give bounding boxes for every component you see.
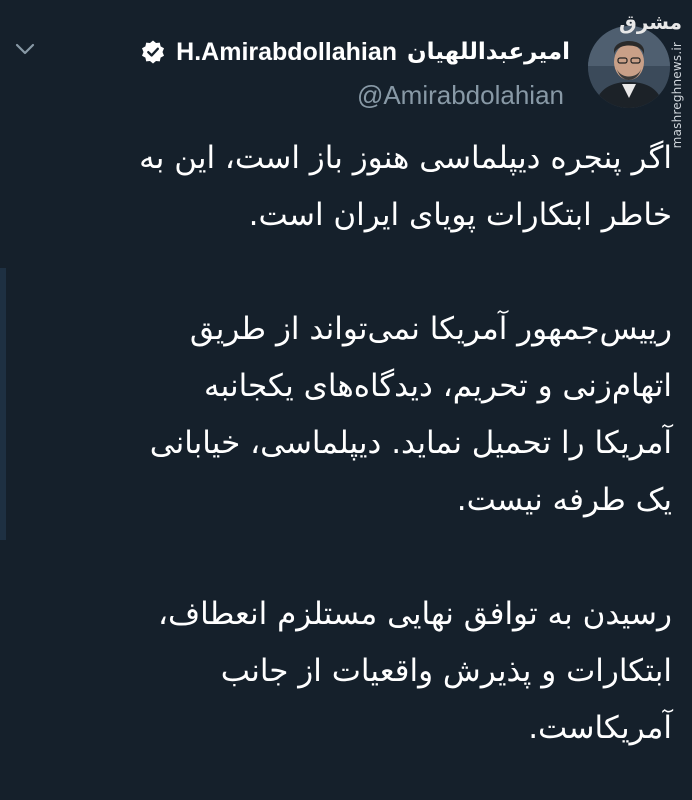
tweet-line: اتهام‌زنی و تحریم، دیدگاه‌های یکجانبه xyxy=(203,368,672,404)
verified-badge-icon xyxy=(140,39,166,65)
author-name-row[interactable]: امیرعبداللهیان H.Amirabdollahian xyxy=(140,32,570,72)
tweet-line: رسیدن به توافق نهایی مستلزم انعطاف، xyxy=(158,596,672,632)
scroll-edge-indicator xyxy=(0,268,6,540)
chevron-down-icon[interactable] xyxy=(14,38,36,60)
tweet-paragraph: رییس‌جمهور آمریکا نمی‌تواند از طریق اتها… xyxy=(20,301,672,529)
tweet-line: اگر پنجره دیپلماسی هنوز باز است، این به xyxy=(139,140,672,176)
tweet-line: خاطر ابتکارات پویای ایران است. xyxy=(248,197,672,233)
tweet-line: رییس‌جمهور آمریکا نمی‌تواند از طریق xyxy=(189,311,672,347)
tweet-line: یک طرفه نیست. xyxy=(456,482,672,518)
author-display-name-fa[interactable]: امیرعبداللهیان xyxy=(407,39,570,65)
tweet-line: آمریکا را تحمیل نماید. دیپلماسی، خیابانی xyxy=(149,425,672,461)
watermark: مشرق mashreghnews.ir xyxy=(619,6,690,148)
tweet-paragraph: اگر پنجره دیپلماسی هنوز باز است، این به … xyxy=(20,130,672,244)
watermark-logo: مشرق xyxy=(618,10,682,34)
tweet-paragraph: رسیدن به توافق نهایی مستلزم انعطاف، ابتک… xyxy=(20,586,672,757)
tweet-line: آمریکاست. xyxy=(528,710,672,746)
author-handle[interactable]: @Amirabdolahian xyxy=(357,80,564,111)
watermark-url: mashreghnews.ir xyxy=(670,42,684,149)
tweet-card: امیرعبداللهیان H.Amirabdollahian @Amirab… xyxy=(0,0,692,800)
author-display-name-en[interactable]: H.Amirabdollahian xyxy=(176,38,397,67)
tweet-text: اگر پنجره دیپلماسی هنوز باز است، این به … xyxy=(20,130,672,757)
tweet-line: ابتکارات و پذیرش واقعیات از جانب xyxy=(220,653,672,689)
